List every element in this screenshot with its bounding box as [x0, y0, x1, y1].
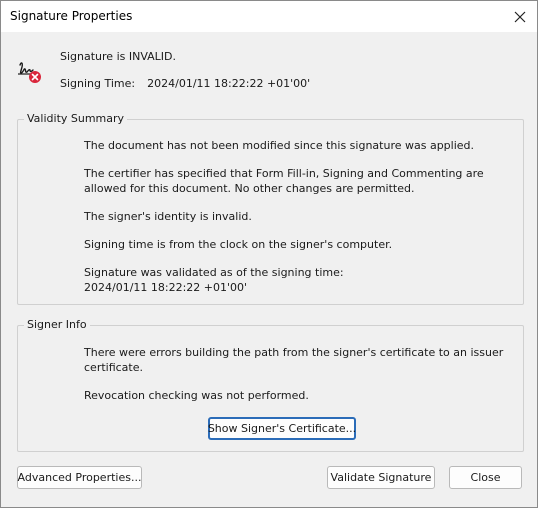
title-bar: Signature Properties	[1, 1, 537, 32]
summary-line-modified: The document has not been modified since…	[84, 139, 475, 152]
advanced-properties-button[interactable]: Advanced Properties...	[17, 466, 142, 489]
summary-line-signing-clock: Signing time is from the clock on the si…	[84, 238, 393, 251]
signing-time-row: Signing Time: 2024/01/11 18:22:22 +01'00…	[60, 77, 310, 90]
summary-line-validated-as-of: Signature was validated as of the signin…	[84, 266, 344, 279]
signer-info-path-error: There were errors building the path from…	[84, 346, 504, 374]
signer-info-label: Signer Info	[24, 318, 90, 331]
show-signers-certificate-button[interactable]: Show Signer's Certificate...	[208, 417, 356, 440]
signing-time-label: Signing Time:	[60, 77, 136, 90]
signer-info-group: Signer Info There were errors building t…	[17, 318, 524, 452]
validate-signature-button[interactable]: Validate Signature	[327, 466, 435, 489]
validity-status-text: Signature is INVALID.	[60, 50, 177, 63]
close-button[interactable]: Close	[449, 466, 522, 489]
dialog-title: Signature Properties	[10, 9, 133, 23]
summary-line-identity: The signer's identity is invalid.	[84, 210, 252, 223]
summary-line-validated-time: 2024/01/11 18:22:22 +01'00'	[84, 281, 248, 294]
validity-summary-group: Validity Summary The document has not be…	[17, 112, 524, 305]
signer-info-revocation: Revocation checking was not performed.	[84, 389, 309, 402]
signature-properties-dialog: Signature Properties Signature is INVALI…	[0, 0, 538, 508]
signing-time-value: 2024/01/11 18:22:22 +01'00'	[147, 77, 311, 90]
close-window-button[interactable]	[503, 1, 537, 32]
signature-invalid-icon	[18, 62, 41, 83]
validity-summary-label: Validity Summary	[24, 112, 128, 125]
summary-line-certifier: The certifier has specified that Form Fi…	[84, 167, 484, 195]
close-icon	[514, 11, 526, 22]
